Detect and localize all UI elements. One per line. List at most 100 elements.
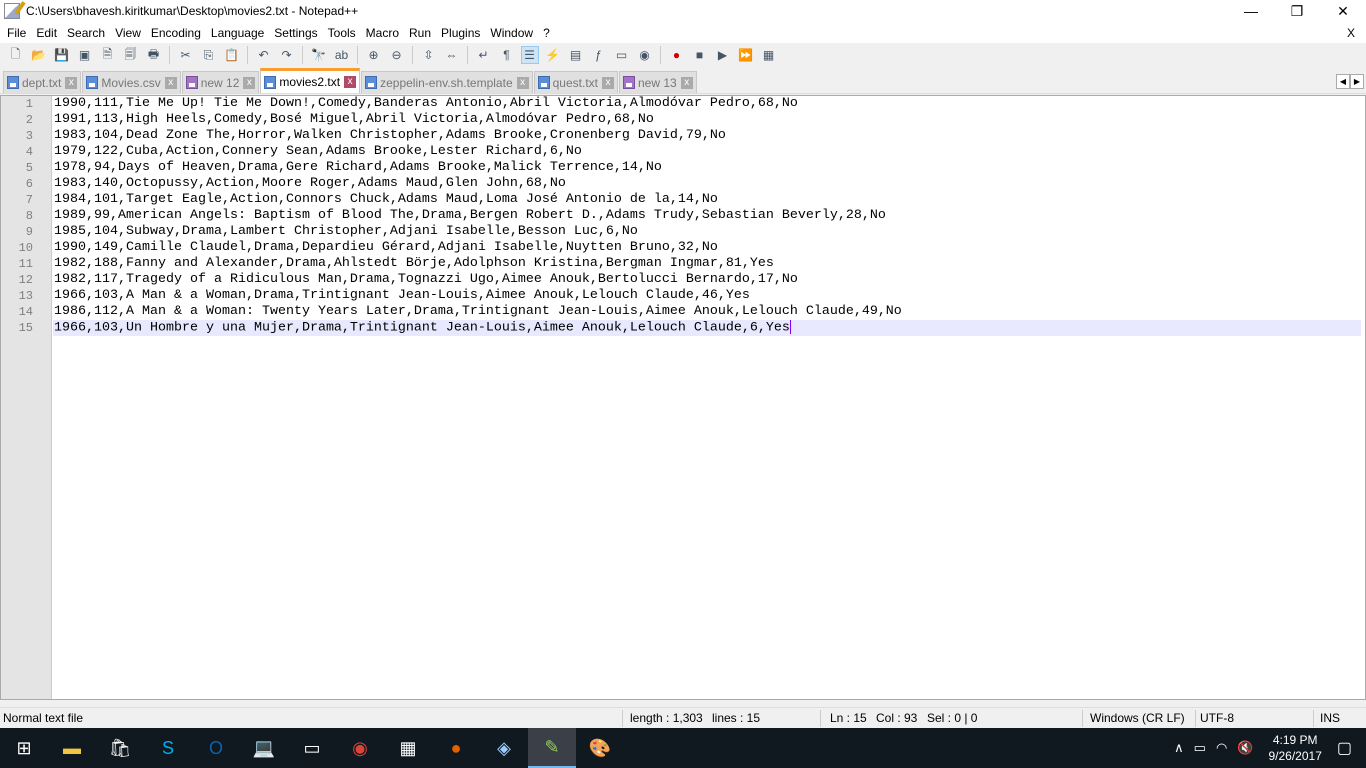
calculator-icon[interactable]: ▦ bbox=[384, 728, 432, 768]
replace-icon[interactable]: ab bbox=[333, 46, 351, 64]
outlook-icon[interactable]: O bbox=[192, 728, 240, 768]
skype-icon[interactable]: S bbox=[144, 728, 192, 768]
text-line[interactable]: 1990,149,Camille Claudel,Drama,Depardieu… bbox=[53, 240, 1361, 256]
undo-icon[interactable]: ↶ bbox=[255, 46, 273, 64]
tab-scroll-right-button[interactable]: ▶ bbox=[1350, 74, 1364, 89]
save-macro-icon[interactable]: ▦ bbox=[760, 46, 778, 64]
command-prompt-icon[interactable]: ▭ bbox=[288, 728, 336, 768]
tab-zeppelin-env-sh-template[interactable]: zeppelin-env.sh.template x bbox=[361, 71, 533, 93]
menu-tools[interactable]: Tools bbox=[323, 26, 361, 40]
tab-movies-csv[interactable]: Movies.csv x bbox=[82, 71, 181, 93]
menu-encoding[interactable]: Encoding bbox=[146, 26, 206, 40]
volume-muted-icon[interactable]: 🔇 bbox=[1237, 740, 1253, 756]
menu-help[interactable]: ? bbox=[538, 26, 555, 40]
tab-quest-txt[interactable]: quest.txt x bbox=[533, 71, 618, 93]
close-all-icon[interactable]: 🗐 bbox=[122, 46, 140, 64]
menu-window[interactable]: Window bbox=[485, 26, 538, 40]
save-all-icon[interactable]: ▣ bbox=[76, 46, 94, 64]
menu-run[interactable]: Run bbox=[404, 26, 436, 40]
text-line[interactable]: 1982,117,Tragedy of a Ridiculous Man,Dra… bbox=[53, 272, 1361, 288]
tab-close-icon[interactable]: x bbox=[243, 76, 256, 89]
text-line[interactable]: 1990,111,Tie Me Up! Tie Me Down!,Comedy,… bbox=[53, 96, 1361, 112]
record-macro-icon[interactable]: ● bbox=[668, 46, 686, 64]
tab-close-icon[interactable]: x bbox=[164, 76, 177, 89]
doc-map-icon[interactable]: ▤ bbox=[567, 46, 585, 64]
indent-guide-icon[interactable]: ☰ bbox=[520, 46, 539, 64]
menu-settings[interactable]: Settings bbox=[269, 26, 322, 40]
firefox-icon[interactable]: ● bbox=[432, 728, 480, 768]
menu-file[interactable]: File bbox=[2, 26, 31, 40]
battery-icon[interactable]: ▭ bbox=[1194, 740, 1206, 756]
find-icon[interactable]: 🔭 bbox=[310, 46, 328, 64]
text-line[interactable]: 1966,103,Un Hombre y una Mujer,Drama,Tri… bbox=[53, 320, 1361, 336]
text-line[interactable]: 1978,94,Days of Heaven,Drama,Gere Richar… bbox=[53, 160, 1361, 176]
zoom-out-icon[interactable]: ⊖ bbox=[388, 46, 406, 64]
run-macro-multiple-icon[interactable]: ⏩ bbox=[737, 46, 755, 64]
tab-close-icon[interactable]: x bbox=[516, 76, 529, 89]
open-file-icon[interactable]: 📂 bbox=[30, 46, 48, 64]
text-area[interactable]: 1990,111,Tie Me Up! Tie Me Down!,Comedy,… bbox=[53, 96, 1361, 336]
chrome-icon[interactable]: ◉ bbox=[336, 728, 384, 768]
play-macro-icon[interactable]: ▶ bbox=[714, 46, 732, 64]
function-list-icon[interactable]: ƒ bbox=[590, 46, 608, 64]
tab-new-13[interactable]: new 13 x bbox=[618, 71, 697, 93]
text-line[interactable]: 1991,113,High Heels,Comedy,Bosé Miguel,A… bbox=[53, 112, 1361, 128]
text-line[interactable]: 1966,103,A Man & a Woman,Drama,Trintigna… bbox=[53, 288, 1361, 304]
close-document-button[interactable]: X bbox=[1342, 26, 1360, 40]
cut-icon[interactable]: ✂ bbox=[177, 46, 195, 64]
text-line[interactable]: 1985,104,Subway,Drama,Lambert Christophe… bbox=[53, 224, 1361, 240]
text-line[interactable]: 1983,140,Octopussy,Action,Moore Roger,Ad… bbox=[53, 176, 1361, 192]
tab-close-icon[interactable]: x bbox=[65, 76, 78, 89]
minimize-button[interactable]: — bbox=[1228, 0, 1274, 22]
print-icon[interactable]: 🖶 bbox=[145, 46, 163, 64]
tab-close-icon[interactable]: x bbox=[601, 76, 614, 89]
paste-icon[interactable]: 📋 bbox=[223, 46, 241, 64]
word-wrap-icon[interactable]: ↵ bbox=[475, 46, 493, 64]
sync-horizontal-icon[interactable]: ⇔ bbox=[443, 46, 461, 64]
wifi-icon[interactable]: ◠ bbox=[1216, 740, 1227, 756]
close-icon[interactable]: 🗎 bbox=[99, 46, 117, 64]
menu-view[interactable]: View bbox=[110, 26, 146, 40]
tab-movies2-txt[interactable]: movies2.txt x bbox=[260, 68, 361, 93]
menu-macro[interactable]: Macro bbox=[361, 26, 404, 40]
clock[interactable]: 4:19 PM 9/26/2017 bbox=[1268, 732, 1321, 764]
user-defined-language-icon[interactable]: ⚡ bbox=[544, 46, 562, 64]
text-line[interactable]: 1983,104,Dead Zone The,Horror,Walken Chr… bbox=[53, 128, 1361, 144]
zoom-in-icon[interactable]: ⊕ bbox=[365, 46, 383, 64]
editor[interactable]: 1 2 3 4 5 6 7 8 9 10 11 12 13 14 15 1990,111,Tie Me Up… bbox=[0, 95, 1366, 700]
tab-dept-txt[interactable]: dept.txt x bbox=[3, 71, 82, 93]
text-line[interactable]: 1986,112,A Man & a Woman: Twenty Years L… bbox=[53, 304, 1361, 320]
text-line[interactable]: 1984,101,Target Eagle,Action,Connors Chu… bbox=[53, 192, 1361, 208]
action-center-icon[interactable]: ▢ bbox=[1337, 738, 1352, 758]
virtualbox-icon[interactable]: ◈ bbox=[480, 728, 528, 768]
save-icon[interactable]: 💾 bbox=[53, 46, 71, 64]
copy-icon[interactable]: ⎘ bbox=[200, 46, 218, 64]
tab-close-icon[interactable]: x bbox=[680, 76, 693, 89]
monitoring-icon[interactable]: ◉ bbox=[636, 46, 654, 64]
new-file-icon[interactable]: 🗋 bbox=[7, 46, 25, 64]
start-button-windows-icon[interactable]: ⊞ bbox=[0, 728, 48, 768]
tab-new-12[interactable]: new 12 x bbox=[181, 71, 260, 93]
close-button[interactable]: ✕ bbox=[1320, 0, 1366, 22]
store-icon[interactable]: 🛍 bbox=[96, 728, 144, 768]
text-line[interactable]: 1979,122,Cuba,Action,Connery Sean,Adams … bbox=[53, 144, 1361, 160]
maximize-button[interactable]: ❐ bbox=[1274, 0, 1320, 22]
sync-vertical-icon[interactable]: ⇳ bbox=[420, 46, 438, 64]
text-line[interactable]: 1982,188,Fanny and Alexander,Drama,Ahlst… bbox=[53, 256, 1361, 272]
stop-recording-icon[interactable]: ■ bbox=[691, 46, 709, 64]
tab-close-icon[interactable]: x bbox=[344, 76, 357, 88]
folder-as-workspace-icon[interactable]: ▭ bbox=[613, 46, 631, 64]
laptop-icon[interactable]: 💻 bbox=[240, 728, 288, 768]
notepad-plus-plus-taskbar-icon[interactable]: ✎ bbox=[528, 728, 576, 768]
menu-plugins[interactable]: Plugins bbox=[436, 26, 485, 40]
file-explorer-icon[interactable]: ▬ bbox=[48, 728, 96, 768]
menu-edit[interactable]: Edit bbox=[31, 26, 62, 40]
menu-search[interactable]: Search bbox=[62, 26, 110, 40]
text-line[interactable]: 1989,99,American Angels: Baptism of Bloo… bbox=[53, 208, 1361, 224]
show-hidden-icons-icon[interactable]: ∧ bbox=[1174, 740, 1184, 756]
menu-language[interactable]: Language bbox=[206, 26, 269, 40]
tab-scroll-left-button[interactable]: ◀ bbox=[1336, 74, 1350, 89]
redo-icon[interactable]: ↷ bbox=[278, 46, 296, 64]
paint-icon[interactable]: 🎨 bbox=[576, 728, 624, 768]
show-all-chars-icon[interactable]: ¶ bbox=[498, 46, 516, 64]
